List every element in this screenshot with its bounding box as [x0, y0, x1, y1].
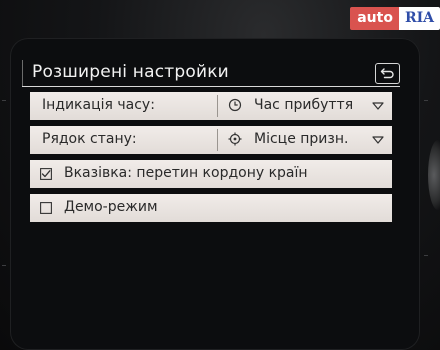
- page-title: Розширені настройки: [32, 62, 229, 82]
- watermark-auto-text: auto: [350, 6, 399, 30]
- setting-label: Індикація часу:: [42, 97, 155, 113]
- setting-label: Рядок стану:: [42, 131, 137, 147]
- setting-row-time-display[interactable]: Індикація часу: Час прибуття: [30, 92, 392, 120]
- back-arrow-icon: [380, 68, 394, 79]
- setting-row-border-warning[interactable]: Вказівка: перетин кордону країн: [30, 160, 392, 188]
- device-bezel: auto RIA Розширені настройки Індикація ч…: [0, 0, 440, 350]
- bezel-tick: [424, 255, 428, 256]
- checkbox-unchecked-icon[interactable]: [40, 202, 52, 214]
- volume-knob[interactable]: [428, 140, 440, 210]
- setting-label: Демо-режим: [64, 199, 158, 215]
- setting-label: Вказівка: перетин кордону країн: [64, 165, 308, 181]
- bezel-tick: [424, 100, 428, 101]
- setting-row-demo-mode[interactable]: Демо-режим: [30, 194, 392, 222]
- chevron-down-icon[interactable]: [372, 102, 384, 110]
- header-divider: [22, 86, 400, 87]
- clock-icon: [228, 98, 242, 112]
- watermark-ria-text: RIA: [398, 6, 440, 30]
- row-divider: [217, 129, 218, 151]
- setting-row-status-bar[interactable]: Рядок стану: Місце призн.: [30, 126, 392, 154]
- chevron-down-icon[interactable]: [372, 136, 384, 144]
- setting-value: Місце призн.: [254, 131, 349, 147]
- back-button[interactable]: [375, 63, 400, 84]
- bezel-tick: [2, 100, 6, 101]
- row-divider: [217, 95, 218, 117]
- checkbox-checked-icon[interactable]: [40, 168, 52, 180]
- watermark-logo: auto RIA: [350, 4, 440, 32]
- destination-crosshair-icon: [228, 132, 242, 146]
- bezel-tick: [2, 265, 6, 266]
- setting-value: Час прибуття: [254, 97, 354, 113]
- header-accent-line: [22, 60, 23, 86]
